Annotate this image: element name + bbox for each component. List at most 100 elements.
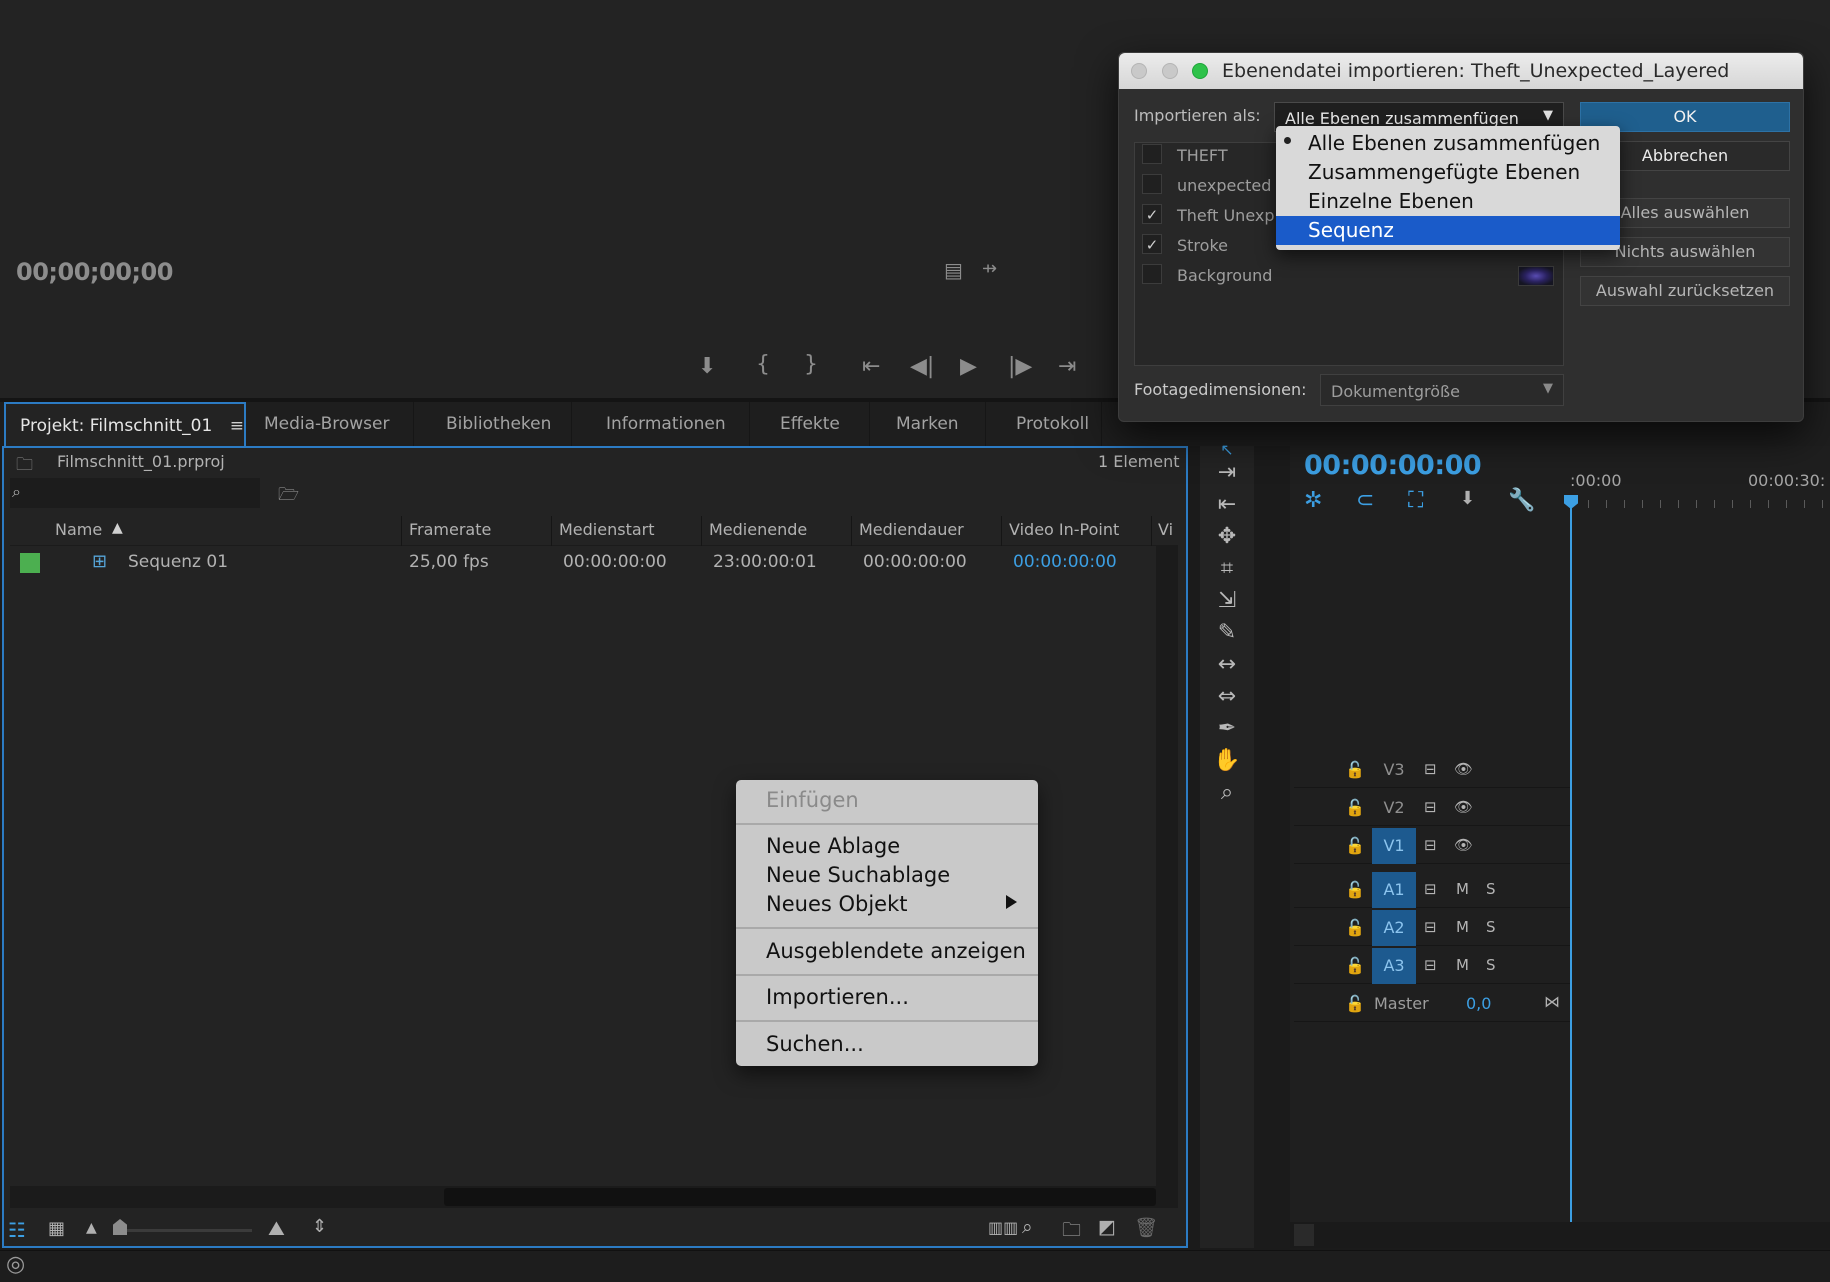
sync-lock-icon[interactable]: ⊟ [1424,798,1437,816]
time-ruler[interactable] [1570,488,1830,518]
ripple-edit-icon[interactable]: ✥ [1212,524,1242,549]
rate-stretch-icon[interactable]: ⇲ [1212,588,1242,613]
zoom-slider-track[interactable] [118,1229,252,1232]
linked-selection-icon[interactable]: ⛶ [1408,488,1423,513]
tab-history[interactable]: Protokoll [1002,402,1102,446]
new-item-icon[interactable]: ◩ [1098,1216,1116,1238]
sort-ascending-icon[interactable]: ▲ [112,520,123,536]
scrollbar-thumb[interactable] [444,1188,1156,1206]
row-video-in-point[interactable]: 00:00:00:00 [1013,552,1117,572]
mark-out-icon[interactable]: } [804,352,818,377]
solo-button[interactable]: S [1486,880,1496,898]
column-divider[interactable] [1151,516,1152,546]
playhead[interactable] [1570,496,1572,1222]
monitor-timecode[interactable]: 00;00;00;00 [16,258,173,286]
row-name[interactable]: Sequenz 01 [128,552,228,572]
mute-button[interactable]: M [1456,880,1469,898]
razor-icon[interactable]: ✎ [1212,620,1242,645]
vertical-scrollbar[interactable] [1156,546,1178,1186]
list-view-icon[interactable]: ☷ [8,1218,26,1242]
sync-lock-icon[interactable]: ⊟ [1424,956,1437,974]
snap-icon[interactable]: ⊂ [1356,488,1374,513]
option-merged-layers[interactable]: Zusammengefügte Ebenen [1276,158,1620,187]
mute-button[interactable]: M [1456,956,1469,974]
folder-up-icon[interactable]: 🗀 [16,452,33,481]
timeline-scrollbar-thumb[interactable] [1294,1224,1314,1246]
sync-lock-icon[interactable]: ⊟ [1424,836,1437,854]
trash-icon[interactable]: 🗑 [1134,1216,1158,1239]
find-icon[interactable]: ⌕ [1022,1216,1033,1238]
track-select-forward-icon[interactable]: ⇥ [1212,460,1242,485]
column-divider[interactable] [701,516,702,546]
column-divider[interactable] [1001,516,1002,546]
zoom-in-icon[interactable]: ⛰ [268,1216,285,1240]
option-merge-all-layers[interactable]: Alle Ebenen zusammenfügen [1276,129,1620,158]
drag-video-icon[interactable]: ▤ [944,258,963,282]
go-to-in-icon[interactable]: ⇤ [862,354,880,379]
label-color-swatch[interactable] [20,553,40,573]
tab-info[interactable]: Informationen [592,402,750,446]
tab-media-browser[interactable]: Media-Browser [250,402,414,446]
rolling-edit-icon[interactable]: ⌗ [1212,556,1242,581]
master-output-icon[interactable]: ⋈ [1544,992,1560,1011]
track-label-v1[interactable]: V1 [1372,828,1416,864]
eye-icon[interactable]: 👁 [1454,798,1473,816]
menu-item-new-search-bin[interactable]: Neue Suchablage [736,863,1038,887]
icon-view-icon[interactable]: ▦ [48,1218,65,1239]
solo-button[interactable]: S [1486,918,1496,936]
eye-icon[interactable]: 👁 [1454,836,1473,854]
menu-item-new-bin[interactable]: Neue Ablage [736,834,1038,858]
menu-item-new-item[interactable]: Neues Objekt [736,892,1038,916]
zoom-icon[interactable]: ⌕ [1212,780,1242,805]
sync-lock-icon[interactable]: ⊟ [1424,918,1437,936]
zoom-window-button[interactable] [1192,63,1208,79]
column-name[interactable]: Name [55,520,102,539]
column-video-in-point[interactable]: Video In-Point [1009,520,1119,539]
mark-in-icon[interactable]: { [756,352,770,377]
option-individual-layers[interactable]: Einzelne Ebenen [1276,187,1620,216]
solo-button[interactable]: S [1486,956,1496,974]
lock-icon[interactable]: 🔓 [1345,956,1365,975]
column-divider[interactable] [401,516,402,546]
step-back-icon[interactable]: ◀| [910,354,934,379]
tab-libraries[interactable]: Bibliotheken [432,402,572,446]
slide-icon[interactable]: ⇔ [1212,684,1242,709]
sort-icon[interactable]: ⇕ [312,1216,327,1237]
column-media-end[interactable]: Medienende [709,520,807,539]
creative-cloud-icon[interactable]: ◎ [6,1252,25,1277]
mute-button[interactable]: M [1456,918,1469,936]
column-video-out-truncated[interactable]: Vi [1158,520,1173,539]
nest-icon[interactable]: ✲ [1304,488,1322,513]
track-label-v2[interactable]: V2 [1372,790,1416,826]
wrench-icon[interactable]: 🔧 [1508,488,1535,513]
track-label-a3[interactable]: A3 [1372,948,1416,984]
sync-lock-icon[interactable]: ⊟ [1424,880,1437,898]
eye-icon[interactable]: 👁 [1454,760,1473,778]
column-media-duration[interactable]: Mediendauer [859,520,964,539]
menu-item-show-hidden[interactable]: Ausgeblendete anzeigen [736,939,1038,963]
tab-effects[interactable]: Effekte [766,402,870,446]
track-label-a1[interactable]: A1 [1372,872,1416,908]
layer-checkbox[interactable] [1142,264,1162,284]
layer-checkbox-checked[interactable]: ✓ [1142,204,1162,224]
column-divider[interactable] [551,516,552,546]
timeline-timecode[interactable]: 00:00:00:00 [1304,450,1482,481]
footage-dimensions-select[interactable]: Dokumentgröße ▼ [1320,374,1564,406]
pen-icon[interactable]: ✒ [1212,716,1242,741]
option-sequence[interactable]: Sequenz [1276,216,1620,245]
close-window-button[interactable] [1131,63,1147,79]
new-search-bin-icon[interactable]: 🗁 [278,482,299,511]
column-media-start[interactable]: Medienstart [559,520,655,539]
slip-icon[interactable]: ↔ [1212,652,1242,677]
menu-item-paste[interactable]: Einfügen [736,788,1038,812]
selection-tool-icon[interactable]: ↖ [1212,440,1242,459]
tab-project[interactable]: Projekt: Filmschnitt_01 ≡ [4,402,246,446]
sync-lock-icon[interactable]: ⊟ [1424,760,1437,778]
layer-checkbox[interactable] [1142,144,1162,164]
marker-icon[interactable]: ⬇ [698,354,716,379]
lock-icon[interactable]: 🔓 [1345,994,1365,1013]
layer-checkbox[interactable] [1142,174,1162,194]
track-label-v3[interactable]: V3 [1372,752,1416,788]
lock-icon[interactable]: 🔓 [1345,880,1365,899]
step-forward-icon[interactable]: |▶ [1008,354,1032,379]
